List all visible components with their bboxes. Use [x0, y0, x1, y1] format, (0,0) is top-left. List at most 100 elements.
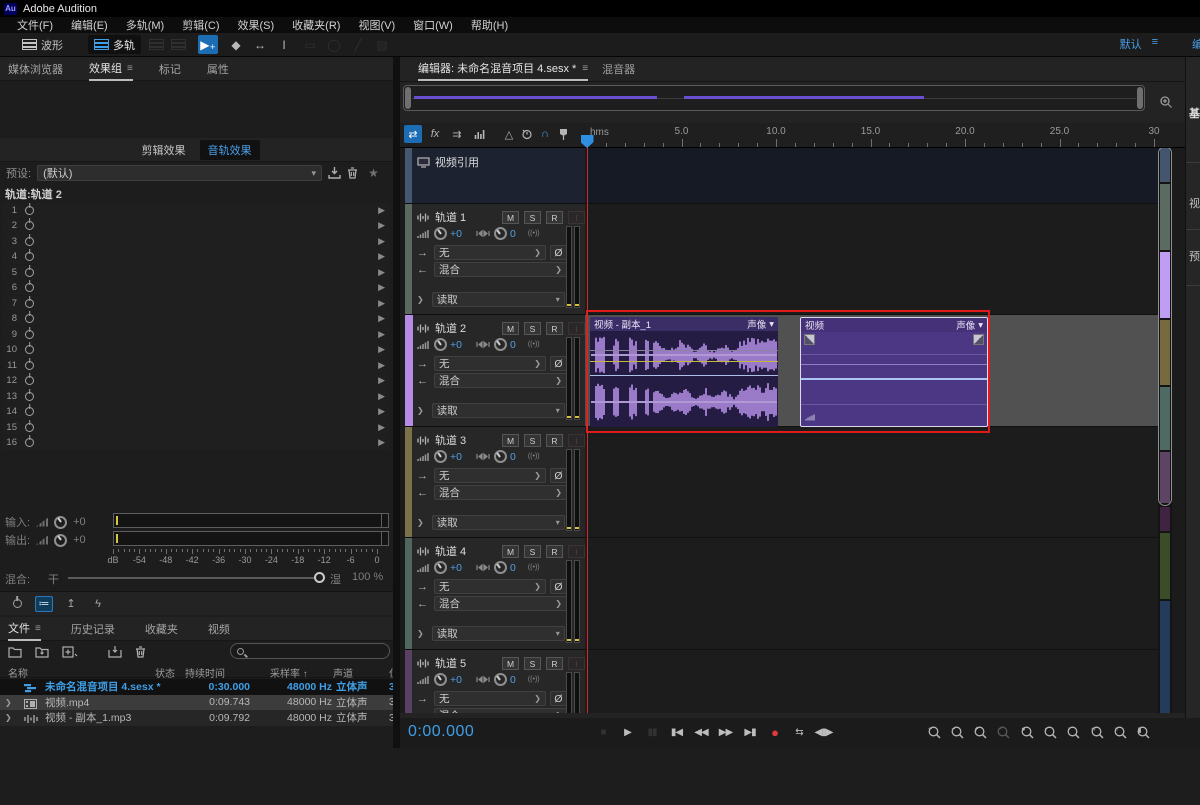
- slot-expand-icon[interactable]: ▶: [378, 282, 385, 293]
- track-lane[interactable]: [585, 427, 1158, 538]
- slot-expand-icon[interactable]: ▶: [378, 344, 385, 355]
- zoom-to-selection-time-button[interactable]: ‹›: [1087, 723, 1107, 741]
- lasso-selection-tool-button[interactable]: ◯: [324, 35, 344, 54]
- slot-expand-icon[interactable]: ▶: [378, 220, 385, 231]
- track-pan-knob[interactable]: [494, 450, 507, 463]
- razor-tool-button[interactable]: ◆: [226, 35, 246, 54]
- slot-expand-icon[interactable]: ▶: [378, 251, 385, 262]
- menu-item-6[interactable]: 视图(V): [349, 17, 404, 33]
- track-output-combo[interactable]: 混合❯: [434, 373, 567, 388]
- stop-button[interactable]: ■: [592, 722, 614, 742]
- slot-power-icon[interactable]: [25, 376, 34, 385]
- slot-power-icon[interactable]: [25, 206, 34, 215]
- slot-expand-icon[interactable]: ▶: [378, 329, 385, 340]
- zoom-in-time-button[interactable]: +: [971, 723, 991, 741]
- track-input-combo[interactable]: 无❯: [434, 356, 546, 371]
- slot-expand-icon[interactable]: ▶: [378, 406, 385, 417]
- effect-slot-row[interactable]: 5▶: [3, 265, 389, 280]
- slot-power-icon[interactable]: [25, 423, 34, 432]
- effects-subtab-1[interactable]: 音轨效果: [200, 140, 260, 160]
- track-header-2[interactable]: 轨道 2MSRI+00((•))→无❯Ø←混合❯❯读取▾: [405, 315, 585, 427]
- zoom-reset-button[interactable]: ○: [1110, 723, 1130, 741]
- file-row[interactable]: 未命名混音项目 4.sesx *0:30.00048000 Hz立体声3: [0, 679, 393, 695]
- expand-track-icon[interactable]: ❯: [417, 629, 424, 638]
- slot-power-icon[interactable]: [25, 330, 34, 339]
- marquee-selection-tool-button[interactable]: ▭: [300, 35, 320, 54]
- files-tab-1[interactable]: 历史记录: [71, 617, 115, 640]
- effect-slot-row[interactable]: 8▶: [3, 312, 389, 327]
- effect-slot-row[interactable]: 11▶: [3, 358, 389, 373]
- paintbrush-tool-button[interactable]: ╱: [348, 35, 368, 54]
- workspace-switcher[interactable]: 默认 ≡: [1120, 36, 1158, 52]
- slot-expand-icon[interactable]: ▶: [378, 375, 385, 386]
- spectral-frequency-icon[interactable]: [146, 35, 166, 54]
- expand-track-icon[interactable]: ❯: [417, 406, 424, 415]
- slot-expand-icon[interactable]: ▶: [378, 313, 385, 324]
- track-input-combo[interactable]: 无❯: [434, 579, 546, 594]
- track-output-combo[interactable]: 混合❯: [434, 708, 567, 713]
- record-arm-button[interactable]: R: [546, 211, 563, 224]
- track-volume-knob[interactable]: [434, 227, 447, 240]
- track-header-1[interactable]: 轨道 1MSRI+00((•))→无❯Ø←混合❯❯读取▾: [405, 204, 585, 315]
- panel-divider[interactable]: [393, 57, 400, 748]
- slot-power-icon[interactable]: [25, 283, 34, 292]
- panel-menu-icon[interactable]: ≡: [582, 63, 588, 74]
- file-search-input[interactable]: [230, 643, 390, 659]
- navigator-right-handle[interactable]: [1137, 87, 1143, 109]
- no-input-icon[interactable]: Ø: [550, 579, 567, 594]
- solo-button[interactable]: S: [524, 322, 541, 335]
- menu-item-5[interactable]: 收藏夹(R): [283, 17, 349, 33]
- marker-icon[interactable]: [554, 125, 572, 143]
- menu-item-0[interactable]: 文件(F): [8, 17, 62, 33]
- track-lane[interactable]: [585, 650, 1158, 713]
- favorite-star-icon[interactable]: ★: [368, 166, 379, 180]
- file-row[interactable]: ❯视频.mp40:09.74348000 Hz立体声3: [0, 695, 393, 711]
- track-automation-combo[interactable]: 读取▾: [432, 292, 565, 307]
- file-column-0[interactable]: 名称: [8, 665, 28, 680]
- save-preset-icon[interactable]: [328, 167, 341, 179]
- slot-power-icon[interactable]: [25, 438, 34, 447]
- slot-expand-icon[interactable]: ▶: [378, 422, 385, 433]
- navigator-zoom-icon[interactable]: [1157, 93, 1175, 111]
- slot-power-icon[interactable]: [25, 252, 34, 261]
- track-lane[interactable]: [585, 204, 1158, 315]
- file-column-1[interactable]: 状态: [155, 665, 175, 680]
- track-automation-combo[interactable]: 读取▾: [432, 626, 565, 641]
- slip-tool-button[interactable]: ↔: [250, 35, 270, 54]
- slot-power-icon[interactable]: [25, 407, 34, 416]
- slot-expand-icon[interactable]: ▶: [378, 267, 385, 278]
- delete-preset-icon[interactable]: [347, 167, 358, 179]
- move-tool-button[interactable]: ▶₊: [198, 35, 218, 54]
- effect-slot-row[interactable]: 2▶: [3, 219, 389, 234]
- slot-power-icon[interactable]: [25, 237, 34, 246]
- metronome-icon[interactable]: △: [500, 125, 518, 143]
- no-input-icon[interactable]: Ø: [550, 356, 567, 371]
- menu-item-3[interactable]: 剪辑(C): [173, 17, 228, 33]
- insert-into-multitrack-icon[interactable]: [108, 646, 123, 658]
- effect-slot-row[interactable]: 12▶: [3, 374, 389, 389]
- effect-slot-row[interactable]: 15▶: [3, 420, 389, 435]
- fast-forward-button[interactable]: ▶▶: [715, 722, 737, 742]
- workspace-menu-icon[interactable]: ≡: [1152, 36, 1158, 52]
- slot-power-icon[interactable]: [25, 314, 34, 323]
- file-column-2[interactable]: 持续时间: [185, 665, 225, 680]
- input-monitor-button[interactable]: I: [568, 434, 585, 447]
- time-selection-tool-button[interactable]: I: [274, 35, 294, 54]
- slot-expand-icon[interactable]: ▶: [378, 360, 385, 371]
- effect-slot-row[interactable]: 16▶: [3, 436, 389, 451]
- row-expand-icon[interactable]: ❯: [5, 698, 12, 707]
- mute-button[interactable]: M: [502, 545, 519, 558]
- expand-track-icon[interactable]: ❯: [417, 295, 424, 304]
- track-lane[interactable]: [585, 538, 1158, 650]
- zoom-to-in-point-button[interactable]: ‹: [1041, 723, 1061, 741]
- no-input-icon[interactable]: Ø: [550, 691, 567, 706]
- track-automation-combo[interactable]: 读取▾: [432, 403, 565, 418]
- record-button[interactable]: ●: [764, 722, 786, 742]
- effects-tab-2[interactable]: 标记: [159, 57, 181, 80]
- zoom-out-amplitude-button[interactable]: −: [947, 723, 967, 741]
- track-input-combo[interactable]: 无❯: [434, 468, 546, 483]
- open-file-icon[interactable]: [8, 646, 23, 658]
- playhead-line[interactable]: [587, 146, 589, 713]
- multitrack-view-button[interactable]: 多轨: [88, 35, 141, 54]
- slot-expand-icon[interactable]: ▶: [378, 205, 385, 216]
